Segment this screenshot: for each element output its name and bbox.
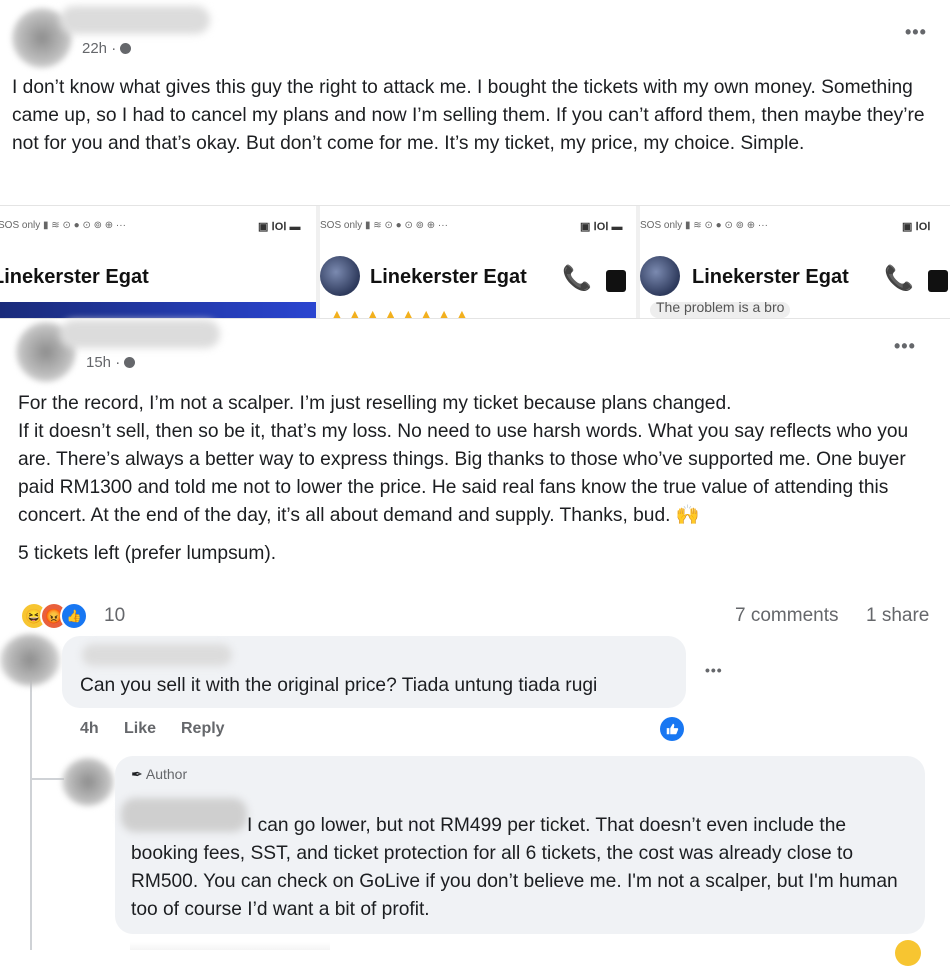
globe-icon [120, 43, 132, 54]
reply-reaction-icon[interactable] [895, 940, 921, 966]
screenshot-3[interactable]: SOS only ▮ ≋ ⊙ ● ⊙ ⊚ ⊕ ··· ▣ ⅠOⅠ Lineker… [640, 206, 950, 318]
contact-name: Linekerster Egat [370, 266, 527, 288]
message-fragment: The problem is a bro [650, 302, 791, 318]
status-bar-right: ▣ ⅠOⅠ ▬ [258, 221, 301, 233]
status-bar: SOS only ▮ ≋ ⊙ ● ⊙ ⊚ ⊕ ··· [640, 220, 768, 231]
more-options-button[interactable]: ••• [905, 22, 927, 43]
globe-icon [124, 357, 136, 368]
status-bar: SOS only ▮ ≋ ⊙ ● ⊙ ⊚ ⊕ ··· [0, 220, 126, 231]
commenter-avatar[interactable] [0, 634, 60, 686]
comment-bubble[interactable]: Can you sell it with the original price?… [62, 636, 686, 708]
reply-bubble[interactable]: ✒ Author I can go lower, but not RM499 p… [115, 756, 925, 934]
timestamp-text: 22h · [82, 40, 117, 57]
video-call-icon [928, 270, 948, 292]
phone-icon: 📞 [884, 265, 914, 292]
post-body: I don’t know what gives this guy the rig… [12, 77, 925, 154]
reply-meta-row [130, 942, 330, 950]
attached-screenshots[interactable]: SOS only ▮ ≋ ⊙ ● ⊙ ⊚ ⊕ ··· ▣ ⅠOⅠ ▬ Linek… [0, 205, 950, 319]
comment-text: Can you sell it with the original price?… [80, 675, 598, 696]
comment-options-button[interactable]: ••• [705, 662, 723, 678]
more-options-button[interactable]: ••• [894, 336, 916, 357]
status-text: SOS only [320, 220, 363, 231]
timestamp-text: 15h · [86, 354, 121, 368]
reply-button[interactable]: Reply [181, 720, 225, 738]
post-paragraph: 5 tickets left (prefer lumpsum). [18, 543, 277, 564]
comments-count-link[interactable]: 7 comments [735, 605, 838, 627]
reaction-summary[interactable]: 😆 😡 👍 [20, 602, 100, 630]
author-name[interactable] [60, 320, 220, 348]
thread-line [30, 680, 32, 950]
reply-connector [30, 778, 64, 780]
image-fragment [0, 302, 316, 318]
contact-name: Linekerster Egat [692, 266, 849, 288]
reply-text: I can go lower, but not RM499 per ticket… [131, 815, 898, 920]
pencil-icon: ✒ [131, 766, 143, 782]
reaction-count[interactable]: 10 [104, 605, 125, 627]
status-text: SOS only [640, 220, 683, 231]
screenshot-1[interactable]: SOS only ▮ ≋ ⊙ ● ⊙ ⊚ ⊕ ··· ▣ ⅠOⅠ ▬ Linek… [0, 206, 316, 318]
post-timestamp[interactable]: 15h · [86, 354, 136, 368]
post-paragraph: For the record, I’m not a scalper. I’m j… [18, 393, 732, 414]
post-timestamp[interactable]: 22h · [82, 40, 132, 57]
contact-avatar [640, 256, 680, 296]
status-bar-right: ▣ ⅠOⅠ ▬ [580, 221, 623, 233]
author-badge-label: Author [145, 766, 188, 782]
status-bar: SOS only ▮ ≋ ⊙ ● ⊙ ⊚ ⊕ ··· [320, 220, 448, 231]
status-text: SOS only [0, 220, 41, 231]
author-avatar[interactable] [62, 758, 114, 806]
comment-time[interactable]: 4h [80, 720, 99, 738]
author-name[interactable] [60, 6, 210, 34]
emoji-row: ▲▲▲▲▲▲▲▲ [330, 306, 473, 318]
screenshot-2[interactable]: SOS only ▮ ≋ ⊙ ● ⊙ ⊚ ⊕ ··· ▣ ⅠOⅠ ▬ Linek… [320, 206, 636, 318]
phone-icon: 📞 [562, 265, 592, 292]
post-body: For the record, I’m not a scalper. I’m j… [18, 390, 930, 568]
commenter-name[interactable] [82, 644, 232, 666]
video-call-icon [606, 270, 626, 292]
contact-name: Linekerster Egat [0, 266, 149, 288]
like-reaction-icon: 👍 [60, 602, 88, 630]
status-bar-right: ▣ ⅠOⅠ [902, 221, 931, 233]
contact-avatar [320, 256, 360, 296]
post-paragraph: If it doesn’t sell, then so be it, that’… [18, 421, 909, 526]
shares-count-link[interactable]: 1 share [866, 605, 929, 627]
like-icon[interactable] [660, 717, 684, 741]
like-button[interactable]: Like [124, 720, 156, 738]
author-badge: ✒ Author [131, 766, 187, 783]
